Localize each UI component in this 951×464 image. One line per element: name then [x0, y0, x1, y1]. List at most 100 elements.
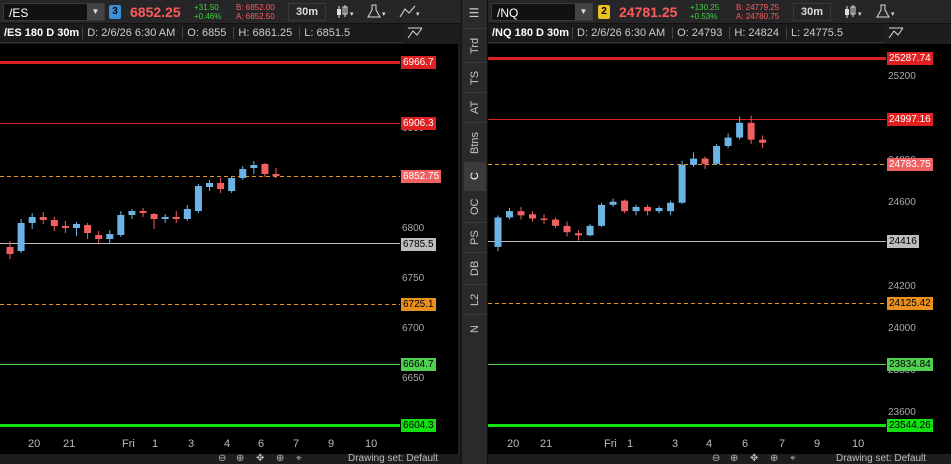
time-tick-label: 4 — [224, 438, 231, 450]
crosshair-icon[interactable]: ⊕ — [276, 453, 284, 464]
link-group-badge[interactable]: 3 — [109, 5, 121, 19]
price-axis[interactable]: 69006850680067506700665066006966.76906.3… — [400, 44, 458, 434]
time-axis[interactable]: 20 21 Fri 1 3 4 6 7 9 10 — [488, 434, 951, 454]
price-tick-label: 23600 — [888, 406, 916, 418]
time-tick-label: Fri — [604, 438, 617, 450]
time-tick-label: 10 — [852, 438, 865, 450]
timeframe-button[interactable]: 30m — [288, 3, 326, 21]
candle-body — [586, 225, 594, 236]
time-tick-label: 7 — [293, 438, 300, 450]
candle-body — [598, 204, 606, 226]
time-tick-label: 21 — [63, 438, 76, 450]
side-tab-ps[interactable]: PS — [464, 222, 486, 252]
cursor-icon[interactable]: ⌖ — [790, 453, 796, 464]
chart-svg — [488, 57, 886, 427]
bid-price: B: 24779.25 — [736, 3, 780, 12]
candle-body — [690, 158, 698, 165]
candle-body — [50, 220, 58, 226]
candle-body — [506, 211, 514, 218]
candle-body — [172, 217, 180, 219]
price-level-tag: 23544.26 — [887, 418, 933, 432]
pan-icon[interactable]: ✥ — [256, 453, 264, 464]
candle-body — [73, 224, 80, 228]
time-tick-label: 3 — [188, 438, 195, 450]
candle-body — [28, 217, 36, 223]
chart-info-bar: /ES 180 D 30m D: 2/6/26 6:30 AM O: 6855 H: … — [0, 24, 403, 43]
chart-panel-nq: /NQ ▼ 2 24781.25 +130.25 +0.53% B: 24779… — [488, 0, 951, 464]
side-tab-c[interactable]: C — [464, 162, 486, 190]
chart-footer: ⊖ ⊕ ✥ ⊕ ⌖ Drawing set: Default — [0, 453, 461, 464]
crosshair-icon[interactable]: ⊕ — [770, 453, 778, 464]
side-tab-ts[interactable]: TS — [464, 62, 486, 92]
candlestick-style-icon[interactable]: ▾ — [330, 3, 358, 21]
price-level-tag: 6785.5 — [401, 237, 436, 251]
chevron-down-icon[interactable]: ▼ — [87, 4, 104, 20]
drawing-set-label[interactable]: Drawing set: Default — [348, 453, 438, 464]
price-level-tag: 6664.7 — [401, 358, 436, 372]
zoom-out-icon[interactable]: ⊖ — [218, 453, 226, 464]
price-plot-area[interactable] — [0, 44, 400, 434]
side-tab-n[interactable]: N — [464, 314, 486, 344]
symbol-input[interactable]: /ES ▼ — [3, 3, 105, 21]
price-level-tag: 6906.3 — [401, 116, 436, 130]
menu-icon[interactable]: ☰ — [467, 6, 481, 20]
candle-body — [39, 217, 47, 220]
side-tab-oc[interactable]: OC — [464, 190, 486, 222]
candle-body — [95, 235, 103, 239]
chart-style-icon[interactable] — [406, 26, 424, 41]
time-axis[interactable]: 20 21 Fri 1 3 4 6 7 9 10 — [0, 434, 458, 454]
info-low: L: 6851.5 — [299, 27, 355, 39]
side-tab-db[interactable]: DB — [464, 252, 486, 284]
zoom-in-icon[interactable]: ⊕ — [730, 453, 738, 464]
timeframe-button[interactable]: 30m — [793, 3, 831, 21]
price-tick-label: 24000 — [888, 322, 916, 334]
ask-price: A: 6852.50 — [236, 12, 275, 21]
candle-body — [161, 217, 169, 219]
info-date: D: 2/6/26 6:30 AM — [82, 27, 180, 39]
time-tick-label: 6 — [742, 438, 749, 450]
side-tab-trd[interactable]: Trd — [464, 28, 486, 62]
side-tab-btns[interactable]: Btns — [464, 122, 486, 162]
candle-body — [563, 225, 571, 233]
side-tab-l2[interactable]: L2 — [464, 284, 486, 314]
symbol-input[interactable]: /NQ ▼ — [491, 3, 593, 21]
time-tick-label: 4 — [706, 438, 713, 450]
ask-price: A: 24780.75 — [736, 12, 780, 21]
price-level-tag: 6852.75 — [401, 170, 442, 184]
drawings-icon[interactable]: ▾ — [396, 3, 424, 21]
price-level-tag: 25287.74 — [887, 52, 933, 66]
chevron-down-icon[interactable]: ▼ — [575, 4, 592, 20]
candle-body — [183, 209, 191, 219]
studies-flask-icon[interactable]: ▾ — [362, 3, 390, 21]
zoom-in-icon[interactable]: ⊕ — [236, 453, 244, 464]
pan-icon[interactable]: ✥ — [750, 453, 758, 464]
time-tick-label: 10 — [365, 438, 378, 450]
cursor-icon[interactable]: ⌖ — [296, 453, 302, 464]
link-group-badge[interactable]: 2 — [598, 5, 610, 19]
svg-text:▾: ▾ — [416, 11, 420, 18]
candle-body — [517, 211, 525, 216]
candle-body — [701, 158, 709, 164]
price-plot-area[interactable] — [488, 44, 886, 434]
price-axis[interactable]: 2520025000248002460024400242002400023800… — [886, 44, 951, 434]
chart-panel-es: /ES ▼ 3 6852.25 +31.50 +0.46% B: 6852.00… — [0, 0, 461, 464]
candle-body — [217, 183, 225, 189]
time-tick-label: 1 — [627, 438, 634, 450]
chart-toolbar: /NQ ▼ 2 24781.25 +130.25 +0.53% B: 24779… — [488, 0, 951, 24]
candle-body — [261, 164, 269, 174]
price-tick-label: 25200 — [888, 70, 916, 82]
candle-body — [575, 233, 583, 236]
chart-svg — [0, 61, 400, 427]
candlestick-style-icon[interactable]: ▾ — [838, 3, 866, 21]
chart-footer: ⊖ ⊕ ✥ ⊕ ⌖ Drawing set: Default — [488, 453, 951, 464]
candle-body — [194, 186, 202, 211]
time-tick-label: 6 — [258, 438, 265, 450]
drawing-set-label[interactable]: Drawing set: Default — [836, 453, 926, 464]
zoom-out-icon[interactable]: ⊖ — [712, 453, 720, 464]
chart-style-icon[interactable] — [887, 26, 905, 41]
study-title: /ES 180 D 30m — [4, 27, 80, 39]
candle-body — [106, 234, 114, 239]
chart-info-bar: /NQ 180 D 30m D: 2/6/26 6:30 AM O: 24793 H:… — [488, 24, 884, 43]
studies-flask-icon[interactable]: ▾ — [871, 3, 899, 21]
side-tab-at[interactable]: AT — [464, 92, 486, 122]
